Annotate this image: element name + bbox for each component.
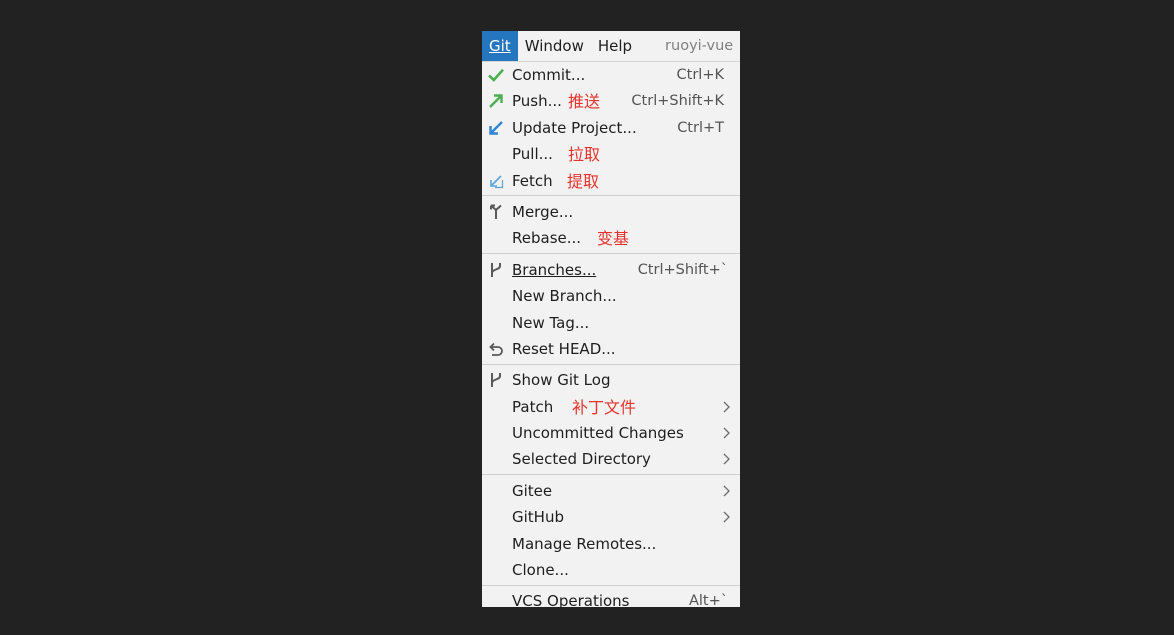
git-dropdown-menu: Commit... Ctrl+K Push... 推送 Ctrl+Shift+K… [482,61,740,610]
vcs-operations-shortcut: Alt+` [688,593,728,610]
menu-item-push[interactable]: Push... 推送 Ctrl+Shift+K [482,88,740,114]
fetch-arrow-icon [486,171,506,191]
menu-item-clone[interactable]: Clone... [482,557,740,583]
commit-shortcut: Ctrl+K [676,67,724,83]
menu-help[interactable]: Help [591,31,639,61]
manage-remotes-label: Manage Remotes... [512,534,657,553]
menu-item-commit[interactable]: Commit... Ctrl+K [482,62,740,88]
menu-item-manage-remotes[interactable]: Manage Remotes... [482,531,740,557]
rebase-annotation: 变基 [597,229,630,249]
menu-item-rebase[interactable]: Rebase... 变基 [482,225,740,251]
menu-item-fetch[interactable]: Fetch 提取 [482,168,740,194]
menu-item-github[interactable]: GitHub [482,504,740,530]
menu-item-vcs-operations[interactable]: VCS Operations Alt+` [482,588,740,614]
show-git-log-label: Show Git Log [512,371,611,390]
menu-git-label: Git [489,37,511,55]
merge-icon [486,202,506,222]
menu-item-pull[interactable]: Pull... 拉取 [482,141,740,167]
push-arrow-icon [486,91,506,111]
separator [482,474,740,476]
pull-label: Pull... [512,145,553,164]
update-project-shortcut: Ctrl+T [677,119,724,136]
menu-git[interactable]: Git [482,31,518,61]
project-name: ruoyi-vue [665,38,734,54]
check-icon [486,65,506,85]
update-arrow-icon [486,118,506,138]
branch-icon [486,260,506,280]
menu-window[interactable]: Window [518,31,591,61]
menu-item-update-project[interactable]: Update Project... Ctrl+T [482,115,740,141]
patch-label: Patch [512,397,554,416]
patch-annotation: 补丁文件 [572,397,637,417]
push-shortcut: Ctrl+Shift+K [631,93,724,110]
menu-item-new-tag[interactable]: New Tag... [482,310,740,336]
commit-label: Commit... [512,66,586,84]
chevron-right-icon [723,511,730,523]
menu-item-reset-head[interactable]: Reset HEAD... [482,336,740,362]
branches-label: Branches... [512,260,597,279]
separator [482,195,740,197]
menu-bar: Git Window Help ruoyi-vue [482,31,740,61]
github-label: GitHub [512,508,564,527]
menu-help-label: Help [597,37,633,55]
vcs-operations-label: VCS Operations [512,592,630,611]
push-label: Push... [512,92,562,111]
separator [482,584,740,586]
separator [482,253,740,255]
chevron-right-icon [723,427,730,439]
gitee-label: Gitee [512,481,553,500]
chevron-right-icon [723,401,730,413]
reset-head-label: Reset HEAD... [512,339,616,358]
branch-icon [486,370,506,390]
chevron-right-icon [723,485,730,497]
fetch-annotation: 提取 [567,171,600,191]
pull-annotation: 拉取 [568,145,601,165]
menu-item-selected-directory[interactable]: Selected Directory [482,446,740,472]
menu-item-branches[interactable]: Branches... Ctrl+Shift+` [482,257,740,283]
chevron-right-icon [723,454,730,465]
branches-shortcut: Ctrl+Shift+` [637,261,728,278]
fetch-label: Fetch [512,171,553,190]
selected-directory-label: Selected Directory [512,450,651,469]
new-branch-label: New Branch... [512,287,617,306]
separator [482,363,740,365]
rebase-label: Rebase... [512,229,582,248]
undo-icon [486,339,506,359]
new-tag-label: New Tag... [512,313,590,332]
menu-item-new-branch[interactable]: New Branch... [482,283,740,309]
clone-label: Clone... [512,561,569,580]
menu-item-gitee[interactable]: Gitee [482,478,740,504]
merge-label: Merge... [512,202,574,221]
menu-item-patch[interactable]: Patch 补丁文件 [482,394,740,420]
menu-item-uncommitted-changes[interactable]: Uncommitted Changes [482,420,740,446]
update-project-label: Update Project... [512,118,637,137]
push-annotation: 推送 [568,92,601,112]
menu-window-label: Window [524,37,584,55]
menu-item-show-git-log[interactable]: Show Git Log [482,367,740,393]
menu-item-merge[interactable]: Merge... [482,199,740,225]
uncommitted-changes-label: Uncommitted Changes [512,424,684,443]
